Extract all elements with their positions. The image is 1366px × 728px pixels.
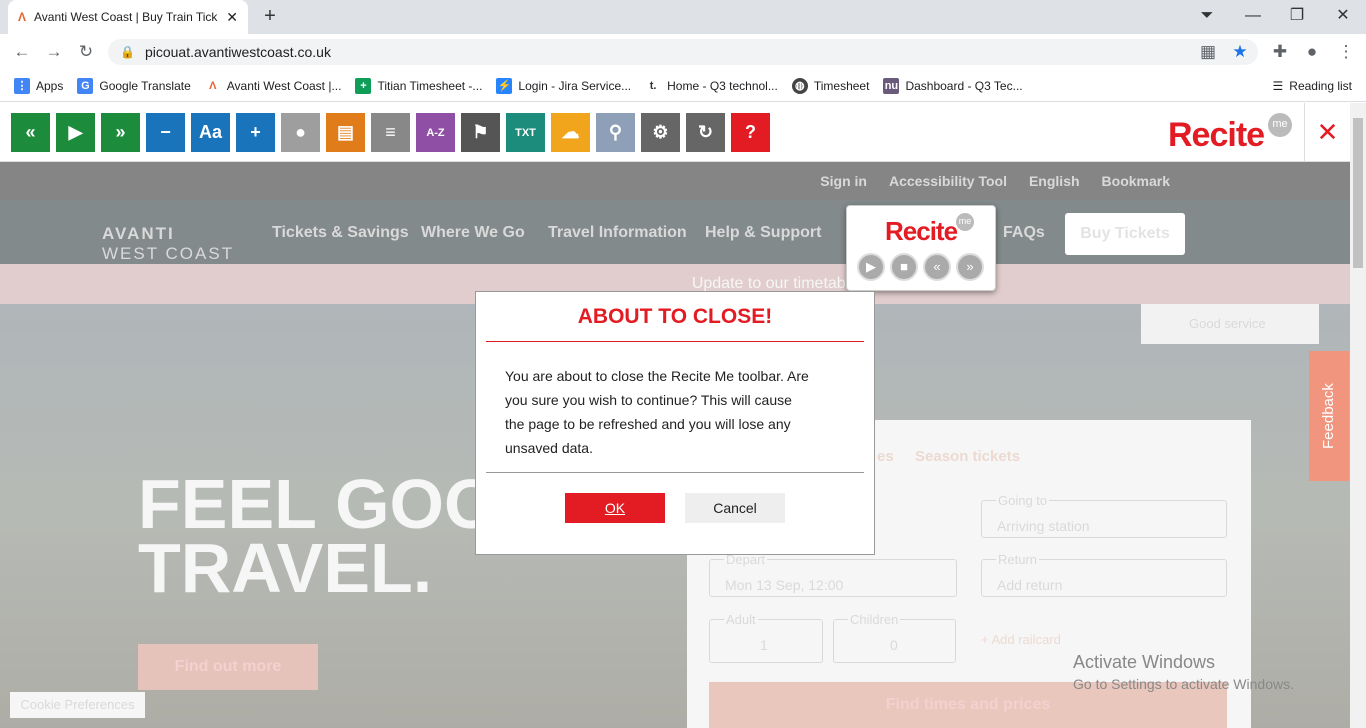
jira-icon: ⚡: [496, 77, 513, 94]
dialog-divider: [486, 341, 864, 342]
bookmark-item[interactable]: ◍ Timesheet: [791, 77, 870, 94]
q3-icon: t.: [645, 77, 662, 94]
scrollbar[interactable]: [1350, 103, 1366, 728]
user-guide-icon[interactable]: ?: [731, 113, 770, 152]
close-toolbar-icon[interactable]: ✕: [1304, 103, 1350, 162]
translate-icon[interactable]: ⚑: [461, 113, 500, 152]
dictionary-icon[interactable]: A-Z: [416, 113, 455, 152]
omnibox[interactable]: 🔒 picouat.avantiwestcoast.co.uk: [108, 39, 1258, 65]
bookmark-item[interactable]: G Google Translate: [77, 77, 191, 94]
bookmark-item[interactable]: t. Home - Q3 technol...: [645, 77, 778, 94]
popup-me-badge: me: [956, 213, 974, 231]
reset-icon[interactable]: ↻: [686, 113, 725, 152]
popup-recite-logo: Recite: [885, 216, 958, 246]
increase-text-icon[interactable]: +: [236, 113, 275, 152]
minimize-button[interactable]: —: [1238, 4, 1268, 28]
activate-windows-title: Activate Windows: [1073, 652, 1216, 672]
bookmarks-bar: ⋮ Apps G Google Translate Λ Avanti West Coa…: [0, 70, 1366, 102]
bookmark-label: Google Translate: [99, 78, 191, 93]
reload-icon[interactable]: ↻: [74, 40, 98, 64]
play-icon[interactable]: ▶: [56, 113, 95, 152]
rewind-icon[interactable]: «: [11, 113, 50, 152]
recite-me-badge: me: [1268, 113, 1292, 137]
profile-menu-icon[interactable]: ⏷: [1192, 4, 1222, 28]
activate-windows-subtitle: Go to Settings to activate Windows.: [1073, 676, 1294, 692]
bookmark-item[interactable]: ⚡ Login - Jira Service...: [496, 77, 632, 94]
bookmark-label: Avanti West Coast |...: [226, 78, 342, 93]
url-text: picouat.avantiwestcoast.co.uk: [144, 44, 331, 60]
dashboard-icon: nu: [883, 77, 900, 94]
qr-icon[interactable]: ▦: [1196, 40, 1220, 64]
apps-grid-icon: ⋮: [14, 77, 30, 94]
avanti-icon: Λ: [204, 77, 221, 94]
sheets-icon: +: [355, 77, 372, 94]
scrollbar-thumb[interactable]: [1353, 118, 1363, 268]
font-icon[interactable]: Aa: [191, 113, 230, 152]
back-icon[interactable]: ←: [10, 40, 34, 64]
forward-icon[interactable]: →: [42, 40, 66, 64]
popup-rewind-icon[interactable]: «: [923, 253, 951, 281]
color-wheel-icon[interactable]: ●: [281, 113, 320, 152]
popup-play-icon[interactable]: ▶: [857, 253, 885, 281]
recite-logo: Recite: [1168, 116, 1265, 154]
extensions-icon[interactable]: ✚: [1268, 40, 1292, 64]
close-tab-icon[interactable]: ✕: [226, 9, 238, 26]
popup-stop-icon[interactable]: ■: [890, 253, 918, 281]
popup-forward-icon[interactable]: »: [956, 253, 984, 281]
text-only-icon[interactable]: ≡: [371, 113, 410, 152]
new-tab-button[interactable]: +: [258, 5, 282, 29]
ok-button[interactable]: OK: [565, 493, 665, 523]
avanti-favicon-icon: Λ: [18, 10, 27, 24]
tab-title: Avanti West Coast | Buy Train Tick: [34, 10, 218, 24]
ruler-icon[interactable]: ▤: [326, 113, 365, 152]
download-icon[interactable]: ☁: [551, 113, 590, 152]
restore-button[interactable]: ❐: [1282, 4, 1312, 28]
settings-icon[interactable]: ⚙: [641, 113, 680, 152]
dialog-message: You are about to close the Recite Me too…: [505, 368, 809, 456]
reading-list-icon: ☰: [1272, 78, 1284, 93]
bookmark-label: Home - Q3 technol...: [667, 78, 778, 93]
dialog-title: ABOUT TO CLOSE!: [577, 305, 773, 328]
bookmark-item[interactable]: + Titian Timesheet -...: [355, 77, 483, 94]
bookmark-label: Dashboard - Q3 Tec...: [905, 78, 1023, 93]
text-mode-icon[interactable]: TXT: [506, 113, 545, 152]
bookmark-item[interactable]: nu Dashboard - Q3 Tec...: [883, 77, 1023, 94]
reading-list-label: Reading list: [1289, 78, 1352, 93]
reading-list[interactable]: ☰ Reading list: [1273, 79, 1352, 93]
bookmark-label: Login - Jira Service...: [518, 78, 632, 93]
bookmark-label: Titian Timesheet -...: [377, 78, 483, 93]
globe-icon: ◍: [791, 77, 808, 94]
dialog-divider: [486, 472, 864, 473]
close-window-button[interactable]: ✕: [1328, 4, 1358, 28]
browser-tab[interactable]: Λ Avanti West Coast | Buy Train Tick ✕: [8, 0, 248, 34]
bookmark-label: Apps: [36, 78, 64, 93]
profile-avatar-icon[interactable]: ●: [1300, 40, 1324, 64]
star-bookmark-icon[interactable]: ★: [1228, 40, 1252, 64]
cancel-button[interactable]: Cancel: [685, 493, 785, 523]
google-translate-icon: G: [77, 77, 94, 94]
bookmark-label: Timesheet: [813, 78, 870, 93]
bookmark-item[interactable]: Λ Avanti West Coast |...: [204, 77, 342, 94]
magnifier-icon[interactable]: ⚲: [596, 113, 635, 152]
browser-menu-icon[interactable]: ⋮: [1334, 40, 1358, 64]
lock-icon: 🔒: [120, 45, 135, 59]
bookmark-item[interactable]: ⋮ Apps: [14, 77, 64, 94]
fast-forward-icon[interactable]: »: [101, 113, 140, 152]
decrease-text-icon[interactable]: −: [146, 113, 185, 152]
